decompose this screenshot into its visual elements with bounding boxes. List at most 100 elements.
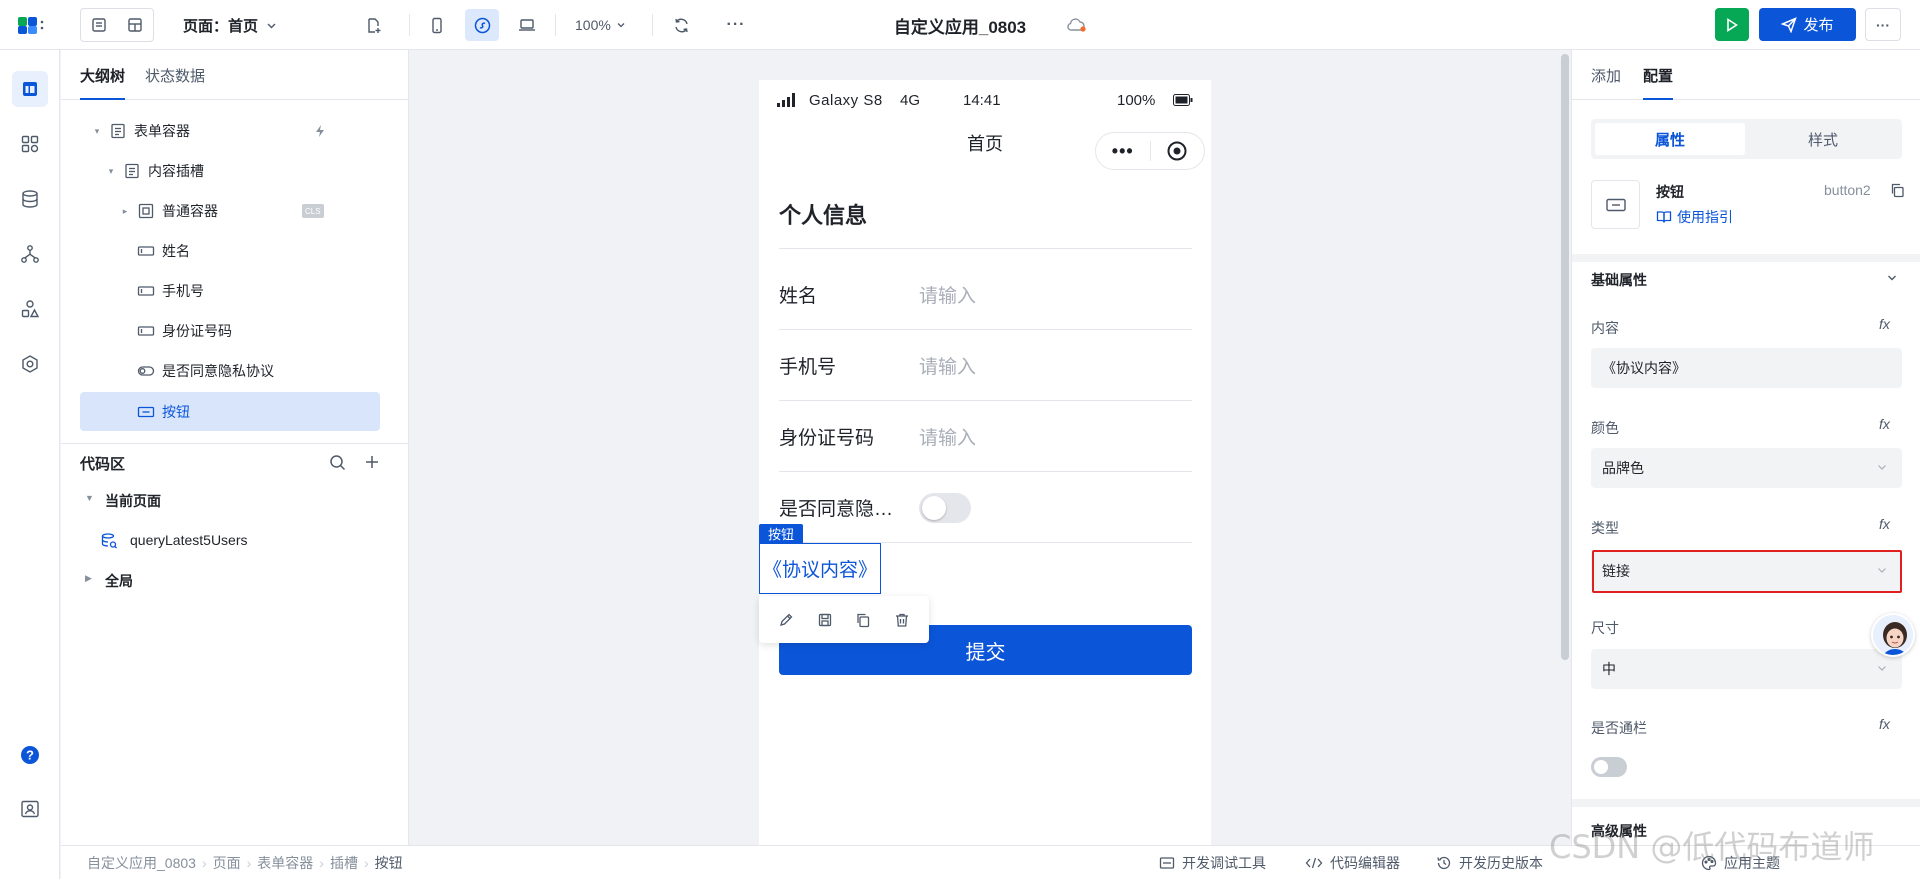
more-icon[interactable]: ··· — [719, 9, 753, 41]
more-menu-button[interactable]: ··· — [1865, 8, 1901, 41]
divider — [779, 471, 1192, 472]
publish-button[interactable]: 发布 — [1759, 8, 1856, 41]
dev-debug-tool[interactable]: 开发调试工具 — [1159, 846, 1266, 879]
prop-label-size: 尺寸 — [1591, 620, 1619, 636]
input-icon — [137, 282, 155, 300]
tree-item-phone[interactable]: 手机号 — [79, 271, 379, 311]
usage-guide-link[interactable]: 使用指引 — [1656, 207, 1733, 227]
chevron-down-icon — [616, 20, 626, 30]
tree-item-form-container[interactable]: ▾ 表单容器 — [79, 111, 379, 151]
code-editor-tool[interactable]: 代码编辑器 — [1305, 846, 1400, 879]
block-switch[interactable] — [1591, 757, 1627, 777]
zoom-selector[interactable]: 100% — [575, 0, 626, 50]
breadcrumb-item[interactable]: 自定义应用_0803 — [87, 853, 196, 873]
fx-icon[interactable]: fx — [1879, 516, 1890, 532]
prop-label-content: 内容 — [1591, 320, 1619, 336]
capsule-close-icon[interactable] — [1150, 141, 1204, 161]
tab-styles[interactable]: 样式 — [1748, 123, 1898, 155]
content-value: 《协议内容》 — [1602, 360, 1686, 376]
fx-icon[interactable]: fx — [1879, 716, 1890, 732]
new-page-icon[interactable] — [356, 9, 390, 41]
assistant-avatar[interactable] — [1871, 613, 1915, 657]
caret-icon[interactable]: ▸ — [119, 206, 131, 217]
workflow-icon[interactable] — [12, 236, 48, 272]
user-profile-icon[interactable] — [12, 791, 48, 827]
app-theme-tool[interactable]: 应用主题 — [1701, 846, 1780, 879]
canvas-scrollbar[interactable] — [1561, 54, 1569, 660]
color-select[interactable]: 品牌色 — [1591, 448, 1902, 488]
caret-down-icon[interactable]: ▼ — [85, 493, 94, 503]
copy-icon[interactable] — [855, 612, 871, 628]
settings-icon[interactable] — [12, 346, 48, 382]
caret-icon[interactable]: ▾ — [91, 126, 103, 137]
outline-panel-icon[interactable] — [12, 71, 48, 107]
copy-id-icon[interactable] — [1890, 183, 1905, 198]
tree-item-name[interactable]: 姓名 — [79, 231, 379, 271]
save-icon[interactable] — [817, 612, 833, 628]
breadcrumb-item[interactable]: 插槽 — [330, 853, 358, 873]
tab-config[interactable]: 配置 — [1643, 50, 1674, 100]
prop-label-color: 颜色 — [1591, 420, 1619, 436]
app-title: 自定义应用_0803 — [893, 17, 1027, 37]
id-input[interactable]: 请输入 — [919, 423, 976, 450]
delete-icon[interactable] — [894, 612, 910, 628]
current-page-group[interactable]: 当前页面 — [105, 491, 161, 511]
app-logo-icon[interactable] — [16, 14, 46, 36]
button-icon — [137, 403, 155, 421]
outline-tabs: 大纲树 状态数据 — [61, 50, 408, 100]
selected-component-tag: 按钮 — [759, 524, 804, 543]
tree-item-content-slot[interactable]: ▾ 内容插槽 — [79, 151, 379, 191]
tree-item-button[interactable]: 按钮 — [80, 392, 380, 431]
page-selector-label: 页面：首页 — [183, 17, 259, 35]
chevron-down-icon — [266, 20, 277, 31]
global-group[interactable]: 全局 — [105, 571, 133, 591]
lightning-icon[interactable] — [313, 124, 327, 138]
add-icon[interactable] — [364, 454, 380, 470]
tab-properties[interactable]: 属性 — [1595, 123, 1745, 155]
tab-outline-tree[interactable]: 大纲树 — [80, 50, 126, 100]
breadcrumb-item[interactable]: 按钮 — [375, 853, 403, 873]
tab-add[interactable]: 添加 — [1591, 50, 1621, 100]
phone-input[interactable]: 请输入 — [919, 352, 976, 379]
fx-icon[interactable]: fx — [1879, 416, 1890, 432]
tab-state-data[interactable]: 状态数据 — [145, 50, 205, 100]
breadcrumb-item[interactable]: 页面 — [213, 853, 241, 873]
size-select[interactable]: 中 — [1591, 649, 1902, 689]
dev-history-tool[interactable]: 开发历史版本 — [1436, 846, 1543, 879]
tree-item-id-number[interactable]: 身份证号码 — [79, 311, 379, 351]
page-selector[interactable]: 页面：首页 — [183, 0, 277, 50]
caret-icon[interactable]: ▾ — [105, 166, 117, 177]
query-item[interactable]: queryLatest5Users — [130, 532, 248, 548]
breadcrumb-item[interactable]: 表单容器 — [257, 853, 313, 873]
cloud-sync-icon[interactable] — [1066, 16, 1088, 34]
mobile-device-icon[interactable] — [420, 9, 454, 41]
capsule-more-icon[interactable]: ••• — [1096, 142, 1150, 160]
components-icon[interactable] — [12, 126, 48, 162]
help-icon[interactable]: ? — [12, 737, 48, 773]
content-input[interactable]: 《协议内容》 — [1591, 348, 1902, 388]
name-input[interactable]: 请输入 — [919, 281, 976, 308]
outline-view-icon[interactable] — [82, 10, 116, 40]
signal-icon — [777, 93, 795, 107]
database-icon[interactable] — [12, 181, 48, 217]
layout-view-icon[interactable] — [118, 10, 152, 40]
privacy-toggle[interactable] — [919, 493, 971, 523]
status-time: 14:41 — [963, 92, 1001, 109]
collapse-chevron-icon[interactable] — [1886, 272, 1898, 284]
fx-icon[interactable]: fx — [1879, 316, 1890, 332]
search-icon[interactable] — [329, 454, 346, 471]
edit-icon[interactable] — [778, 612, 794, 628]
tree-item-privacy-switch[interactable]: 是否同意隐私协议 — [79, 351, 379, 391]
agreement-link-button[interactable]: 《协议内容》 — [759, 543, 881, 594]
svg-text:?: ? — [26, 748, 34, 763]
refresh-icon[interactable] — [664, 9, 698, 41]
caret-right-icon[interactable]: ▶ — [85, 573, 92, 584]
form-title: 个人信息 — [779, 203, 868, 228]
container-icon — [137, 202, 155, 220]
size-value: 中 — [1602, 661, 1616, 677]
desktop-device-icon[interactable] — [510, 9, 544, 41]
assets-icon[interactable] — [12, 291, 48, 327]
tree-item-container[interactable]: ▸ 普通容器 CLS — [79, 191, 379, 231]
mini-program-icon[interactable] — [465, 9, 499, 41]
run-button[interactable] — [1715, 8, 1749, 41]
